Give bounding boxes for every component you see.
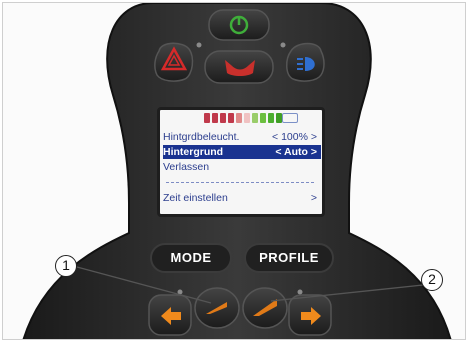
indicator-dot-lower-right (297, 289, 303, 295)
profile-button[interactable]: PROFILE (244, 243, 334, 273)
callout-number-1: 1 (55, 255, 77, 277)
menu-row-backlight[interactable]: Hintgrdbeleucht. < 100% > (163, 130, 321, 144)
battery-segment (220, 113, 226, 123)
menu-row-value: > (310, 192, 317, 204)
battery-segment (252, 113, 258, 123)
power-button[interactable] (208, 9, 270, 41)
battery-segment (204, 113, 210, 123)
image-frame: Hintgrdbeleucht. < 100% > Hintergrund < … (2, 2, 466, 340)
battery-segment (268, 113, 274, 123)
menu-row-background[interactable]: Hintergrund < Auto > (163, 145, 321, 159)
menu-row-label: Hintgrdbeleucht. (163, 131, 240, 143)
hazard-button[interactable] (154, 42, 194, 82)
indicator-dot-left (196, 42, 202, 48)
menu-row-set-time[interactable]: Zeit einstellen > (163, 191, 321, 205)
battery-segment (260, 113, 266, 123)
indicator-dot-right (280, 42, 286, 48)
battery-segment (228, 113, 234, 123)
menu-row-label: Zeit einstellen (163, 192, 228, 204)
lcd-display: Hintgrdbeleucht. < 100% > Hintergrund < … (157, 107, 325, 217)
battery-gauge (204, 113, 282, 123)
callout-number-2: 2 (421, 269, 443, 291)
mode-button[interactable]: MODE (150, 243, 232, 273)
horn-button[interactable] (204, 50, 274, 84)
right-arrow-button[interactable] (288, 294, 332, 336)
menu-row-value: < 100% > (272, 131, 317, 143)
left-arrow-button[interactable] (148, 294, 192, 336)
battery-segment (236, 113, 242, 123)
menu-divider (166, 182, 314, 183)
battery-icon (282, 113, 298, 123)
menu-row-label: Hintergrund (163, 146, 224, 158)
menu-row-label: Verlassen (163, 161, 210, 173)
lights-button[interactable] (286, 42, 325, 82)
speed-decrease-button[interactable] (194, 287, 240, 329)
battery-segment (212, 113, 218, 123)
speed-increase-button[interactable] (242, 287, 288, 329)
menu-row-exit[interactable]: Verlassen (163, 160, 321, 174)
menu-row-value: < Auto > (275, 146, 317, 158)
battery-segment (244, 113, 250, 123)
